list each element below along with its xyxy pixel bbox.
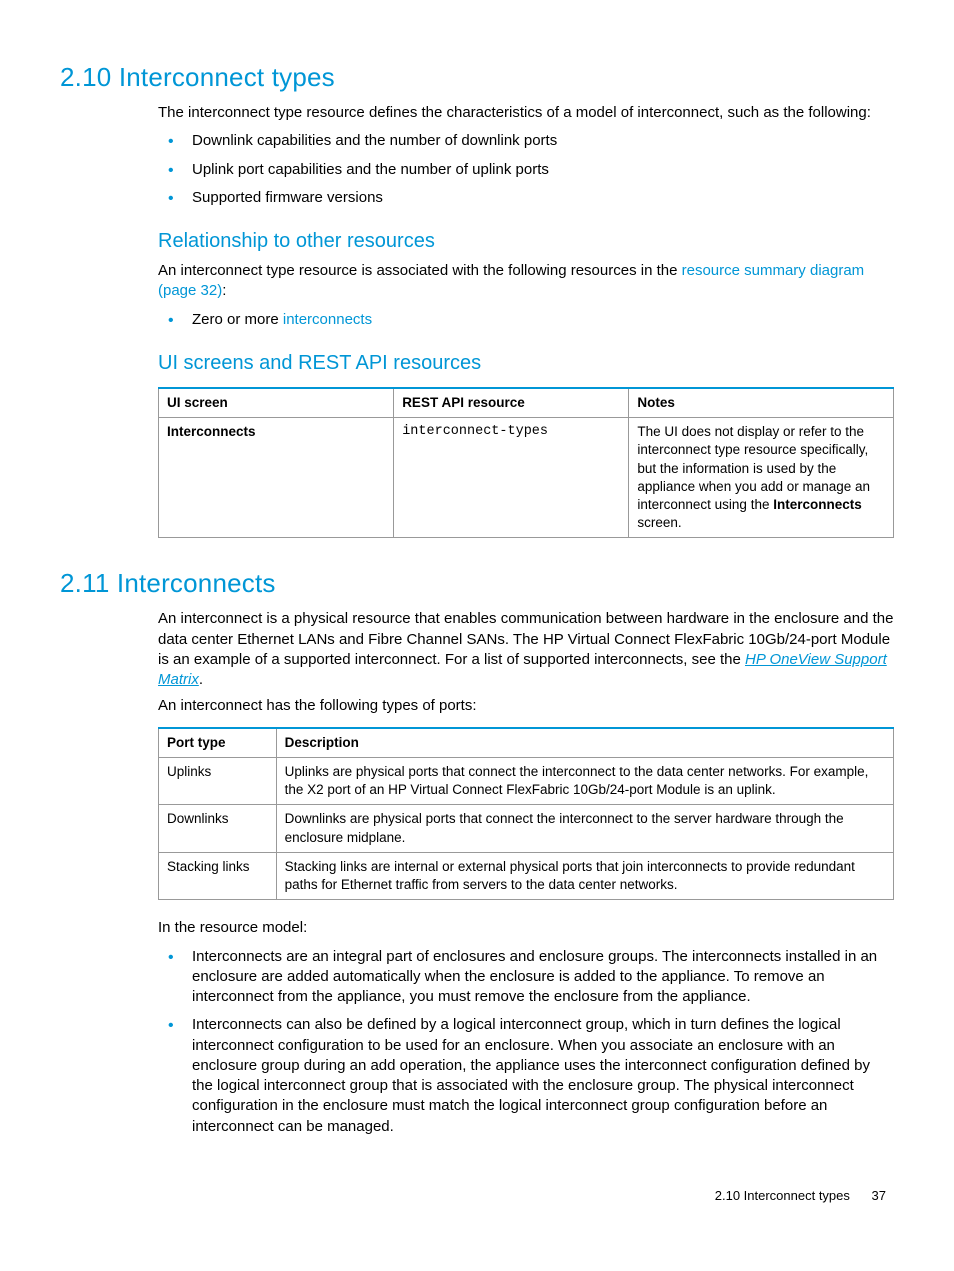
table-header-row: UI screen REST API resource Notes (159, 388, 894, 418)
ports-intro: An interconnect has the following types … (158, 696, 894, 716)
table-header: Description (276, 728, 893, 758)
table-cell: Downlinks (159, 805, 277, 852)
text-fragment: An interconnect type resource is associa… (158, 262, 682, 279)
text-fragment: Interconnects (167, 424, 256, 439)
table-cell: Uplinks are physical ports that connect … (276, 757, 893, 804)
section211-intro: An interconnect is a physical resource t… (158, 609, 894, 690)
table-row: Stacking links Stacking links are intern… (159, 852, 894, 899)
section-heading-210: 2.10 Interconnect types (60, 60, 894, 95)
table-row: Downlinks Downlinks are physical ports t… (159, 805, 894, 852)
model-intro: In the resource model: (158, 918, 894, 938)
table-cell: Interconnects (159, 418, 394, 538)
table-header: Notes (629, 388, 894, 418)
table-cell: interconnect-types (394, 418, 629, 538)
footer-text: 2.10 Interconnect types (715, 1188, 850, 1203)
subsection-heading-relationship: Relationship to other resources (158, 228, 894, 255)
table-header: UI screen (159, 388, 394, 418)
relationship-bullet-list: Zero or more interconnects (158, 310, 894, 330)
table-header-row: Port type Description (159, 728, 894, 758)
table-cell: The UI does not display or refer to the … (629, 418, 894, 538)
table-cell: Downlinks are physical ports that connec… (276, 805, 893, 852)
intro-paragraph: The interconnect type resource defines t… (158, 103, 894, 123)
subsection-heading-ui-rest: UI screens and REST API resources (158, 350, 894, 377)
table-header: REST API resource (394, 388, 629, 418)
bullet-item: Interconnects are an integral part of en… (158, 947, 894, 1008)
text-fragment: screen. (637, 515, 681, 530)
text-fragment: : (222, 282, 226, 299)
model-bullet-list: Interconnects are an integral part of en… (158, 947, 894, 1137)
table-cell: Stacking links are internal or external … (276, 852, 893, 899)
intro-bullet-list: Downlink capabilities and the number of … (158, 131, 894, 208)
ui-rest-table: UI screen REST API resource Notes Interc… (158, 387, 894, 539)
bullet-item: Supported firmware versions (158, 188, 894, 208)
text-fragment: Interconnects (773, 497, 862, 512)
bullet-item: Downlink capabilities and the number of … (158, 131, 894, 151)
relationship-paragraph: An interconnect type resource is associa… (158, 261, 894, 302)
port-types-table: Port type Description Uplinks Uplinks ar… (158, 727, 894, 901)
text-fragment: Zero or more (192, 311, 283, 328)
text-fragment: . (199, 671, 203, 688)
interconnects-link[interactable]: interconnects (283, 311, 372, 328)
page-number: 37 (872, 1187, 886, 1205)
bullet-item: Uplink port capabilities and the number … (158, 160, 894, 180)
table-row: Interconnects interconnect-types The UI … (159, 418, 894, 538)
bullet-item: Zero or more interconnects (158, 310, 894, 330)
table-row: Uplinks Uplinks are physical ports that … (159, 757, 894, 804)
bullet-item: Interconnects can also be defined by a l… (158, 1015, 894, 1137)
section-heading-211: 2.11 Interconnects (60, 566, 894, 601)
table-header: Port type (159, 728, 277, 758)
table-cell: Uplinks (159, 757, 277, 804)
page-footer: 2.10 Interconnect types 37 (60, 1187, 894, 1205)
table-cell: Stacking links (159, 852, 277, 899)
